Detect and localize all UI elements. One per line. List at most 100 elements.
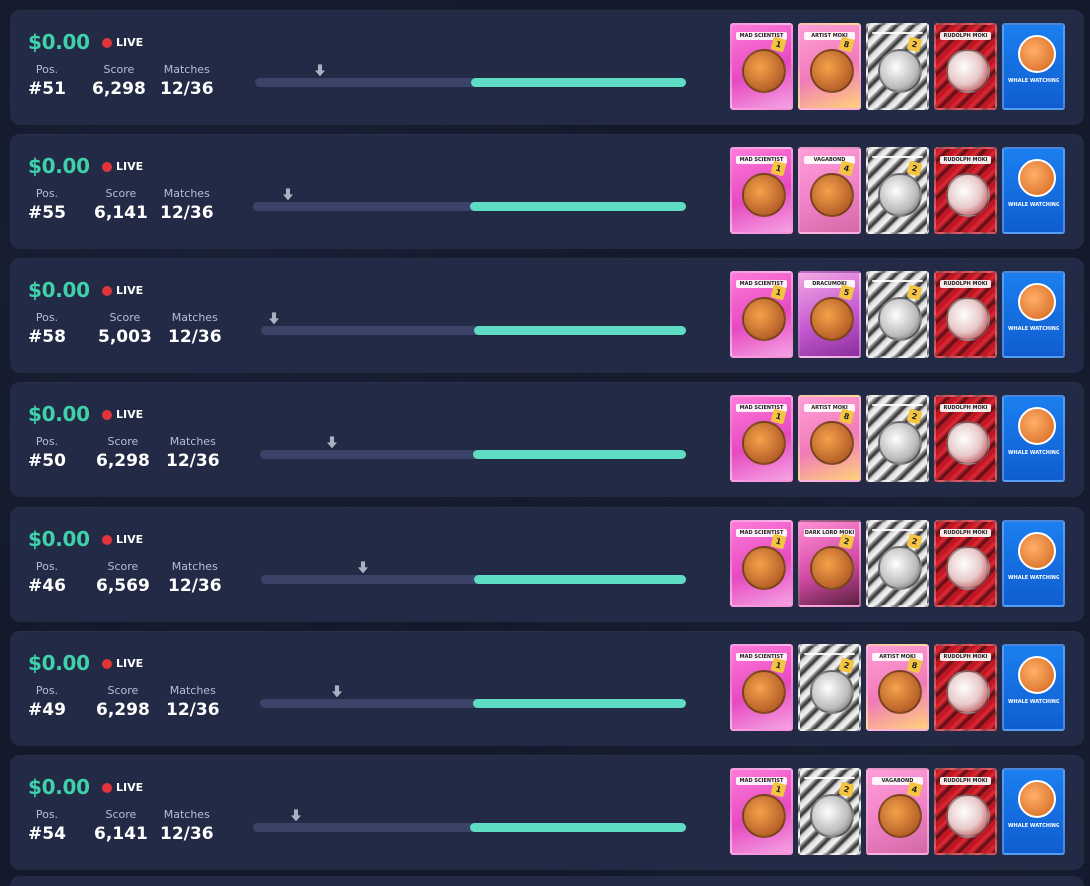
live-indicator: LIVE	[102, 533, 143, 546]
position-stat: Pos. #49	[28, 684, 66, 720]
score-label: Score	[103, 63, 135, 76]
progress-fill	[473, 450, 686, 459]
score-stat: Score 6,569	[96, 560, 150, 596]
card-title	[872, 280, 923, 282]
progress-fill	[473, 699, 686, 708]
matches-stat: Matches 12/36	[160, 808, 214, 844]
card-character-art	[1018, 35, 1056, 73]
position-label: Pos.	[35, 684, 59, 697]
leaderboard-row[interactable]: $0.00 LIVE Pos. #46 Score 6,569 Matches …	[10, 507, 1084, 622]
position-stat: Pos. #58	[28, 311, 66, 347]
lineup-card[interactable]: 2	[866, 520, 929, 607]
lineup-card[interactable]: WHALE WATCHING	[1002, 23, 1065, 110]
live-label: LIVE	[116, 160, 144, 173]
lineup-card[interactable]: MAD SCIENTIST 1	[730, 271, 793, 358]
lineup-card[interactable]: MAD SCIENTIST 1	[730, 147, 793, 234]
card-character-art	[946, 49, 990, 93]
position-label: Pos.	[35, 187, 59, 200]
lineup-card[interactable]: 2	[866, 395, 929, 482]
lineup-card[interactable]: MAD SCIENTIST 1	[730, 23, 793, 110]
card-title	[872, 32, 923, 34]
arrow-down-marker-icon	[281, 188, 294, 202]
card-title: RUDOLPH MOKI	[940, 777, 991, 785]
lineup-card[interactable]: RUDOLPH MOKI	[934, 768, 997, 855]
card-title: WHALE WATCHING	[1008, 575, 1059, 581]
card-title: WHALE WATCHING	[1008, 699, 1059, 705]
matches-stat: Matches 12/36	[168, 560, 222, 596]
lineup-card[interactable]: WHALE WATCHING	[1002, 644, 1065, 731]
leaderboard-row[interactable]: $0.00 LIVE Pos. #51 Score 6,298 Matches …	[10, 10, 1084, 125]
leaderboard-row[interactable]: $0.00 LIVE Pos. #55 Score 6,141 Matches …	[10, 134, 1084, 249]
lineup-card[interactable]: ARTIST MOKI 8	[798, 23, 861, 110]
card-title	[872, 529, 923, 531]
card-title: RUDOLPH MOKI	[940, 280, 991, 288]
card-character-art	[742, 49, 786, 93]
prize-amount: $0.00	[28, 278, 90, 302]
card-character-art	[810, 173, 854, 217]
lineup-card[interactable]: ARTIST MOKI 8	[866, 644, 929, 731]
lineup-card[interactable]: MAD SCIENTIST 1	[730, 768, 793, 855]
lineup-card[interactable]: 2	[798, 768, 861, 855]
lineup-card[interactable]: DRACUMOKI 5	[798, 271, 861, 358]
live-label: LIVE	[116, 657, 144, 670]
matches-label: Matches	[169, 435, 216, 448]
lineup-card[interactable]: VAGABOND 4	[798, 147, 861, 234]
leaderboard-row[interactable]: $0.00 LIVE Pos. #49 Score 6,298 Matches …	[10, 631, 1084, 746]
score-label: Score	[109, 311, 141, 324]
card-title	[872, 156, 923, 158]
lineup-card[interactable]: RUDOLPH MOKI	[934, 147, 997, 234]
matches-label: Matches	[163, 808, 210, 821]
card-title: WHALE WATCHING	[1008, 202, 1059, 208]
score-stat: Score 6,141	[94, 187, 148, 223]
card-title: RUDOLPH MOKI	[940, 32, 991, 40]
card-title: RUDOLPH MOKI	[940, 404, 991, 412]
live-dot-icon	[102, 37, 112, 48]
score-value: 6,298	[96, 700, 150, 720]
lineup-card[interactable]: WHALE WATCHING	[1002, 147, 1065, 234]
prize-amount: $0.00	[28, 402, 90, 426]
lineup-card[interactable]: RUDOLPH MOKI	[934, 271, 997, 358]
position-label: Pos.	[35, 63, 59, 76]
lineup-card[interactable]: MAD SCIENTIST 1	[730, 520, 793, 607]
prize-amount: $0.00	[28, 527, 90, 551]
matches-label: Matches	[171, 560, 218, 573]
live-dot-icon	[102, 534, 112, 545]
leaderboard-row[interactable]: $0.00 LIVE Pos. #50 Score 6,298 Matches …	[10, 382, 1084, 497]
lineup-card[interactable]: 2	[866, 271, 929, 358]
lineup-card[interactable]: RUDOLPH MOKI	[934, 644, 997, 731]
lineup-card[interactable]: WHALE WATCHING	[1002, 768, 1065, 855]
lineup-card[interactable]: MAD SCIENTIST 1	[730, 395, 793, 482]
progress-fill	[469, 202, 686, 211]
lineup-card[interactable]: MAD SCIENTIST 1	[730, 644, 793, 731]
lineup-card[interactable]: DARK LORD MOKI 2	[798, 520, 861, 607]
lineup-cards: MAD SCIENTIST 1 ARTIST MOKI 8 2 RUDOLPH …	[730, 23, 1065, 110]
lineup-card[interactable]: ARTIST MOKI 8	[798, 395, 861, 482]
lineup-card[interactable]: WHALE WATCHING	[1002, 520, 1065, 607]
lineup-card[interactable]: 2	[866, 147, 929, 234]
prize-amount: $0.00	[28, 651, 90, 675]
matches-value: 12/36	[160, 203, 214, 223]
lineup-card[interactable]: RUDOLPH MOKI	[934, 395, 997, 482]
leaderboard-row[interactable]: $0.00 LIVE Pos. #54 Score 6,141 Matches …	[10, 755, 1084, 870]
card-character-art	[878, 297, 922, 341]
progress-track	[255, 64, 686, 87]
lineup-card[interactable]: WHALE WATCHING	[1002, 395, 1065, 482]
live-label: LIVE	[116, 533, 144, 546]
card-character-art	[878, 49, 922, 93]
progress-fill	[473, 575, 686, 584]
lineup-card[interactable]: RUDOLPH MOKI	[934, 23, 997, 110]
lineup-card[interactable]: VAGABOND 4	[866, 768, 929, 855]
lineup-cards: MAD SCIENTIST 1 VAGABOND 4 2 RUDOLPH MOK…	[730, 147, 1065, 234]
lineup-card[interactable]: 2	[866, 23, 929, 110]
lineup-card[interactable]: RUDOLPH MOKI	[934, 520, 997, 607]
card-character-art	[1018, 780, 1056, 818]
matches-value: 12/36	[168, 327, 222, 347]
lineup-card[interactable]: WHALE WATCHING	[1002, 271, 1065, 358]
matches-stat: Matches 12/36	[166, 435, 220, 471]
live-indicator: LIVE	[102, 36, 143, 49]
card-character-art	[810, 421, 854, 465]
card-character-art	[810, 49, 854, 93]
card-character-art	[742, 670, 786, 714]
leaderboard-row[interactable]: $0.00 LIVE Pos. #58 Score 5,003 Matches …	[10, 258, 1084, 373]
lineup-card[interactable]: 2	[798, 644, 861, 731]
